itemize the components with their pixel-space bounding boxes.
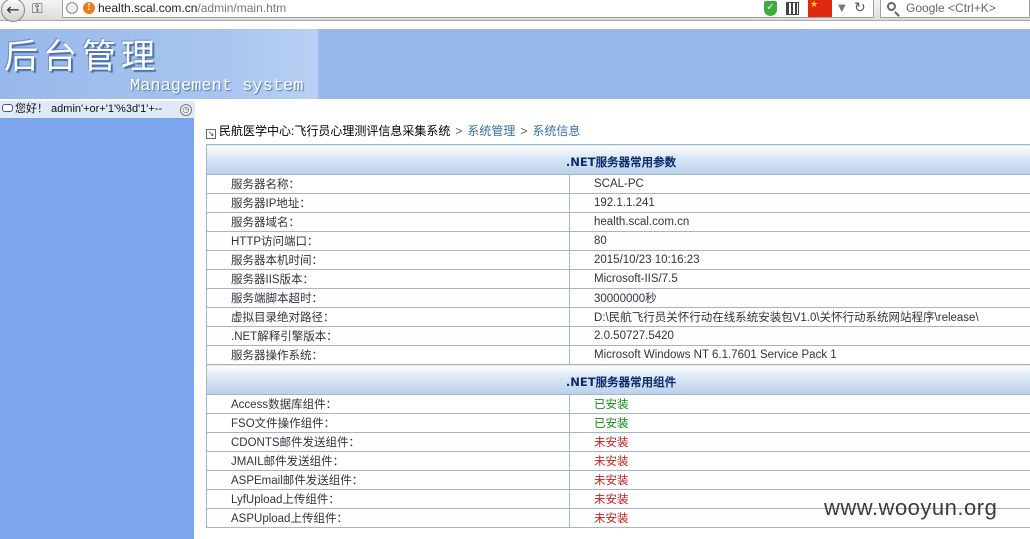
greeting-bar: 您好！ admin'+or+'1'%3d'1'+-- ◷ — [0, 101, 1030, 118]
banner: 后台管理 Management system — [0, 29, 1030, 99]
globe-icon — [66, 2, 78, 14]
row-value: Microsoft Windows NT 6.1.7601 Service Pa… — [569, 345, 1030, 365]
table-row: 服务器IIS版本： Microsoft-IIS/7.5 — [206, 269, 1030, 289]
row-label: 服务器操作系统： — [206, 345, 570, 365]
row-label: 虚拟目录绝对路径： — [206, 307, 570, 327]
search-input[interactable]: Google <Ctrl+K> — [906, 0, 996, 17]
table-row: 服务端脚本超时： 30000000秒 — [206, 288, 1030, 308]
info-icon[interactable]: ! — [83, 2, 95, 14]
row-label: HTTP访问端口： — [206, 231, 570, 251]
qr-code-icon[interactable] — [786, 2, 799, 15]
url-host: health.scal.com.cn — [98, 1, 198, 15]
row-value: 192.1.1.241 — [569, 193, 1030, 213]
table-row: .NET解释引擎版本： 2.0.50727.5420 — [206, 326, 1030, 346]
row-value: 80 — [569, 231, 1030, 251]
row-value: 已安装 — [569, 394, 1030, 414]
back-arrow-icon[interactable]: ← — [1, 0, 25, 22]
section-title: .NET服务器常用参数 — [206, 144, 1030, 175]
breadcrumb-section[interactable]: 系统管理 — [467, 124, 515, 138]
table-row: 服务器操作系统： Microsoft Windows NT 6.1.7601 Se… — [206, 345, 1030, 365]
section-header-params: .NET服务器常用参数 — [206, 144, 1030, 175]
chevron-down-icon[interactable]: ▼ — [838, 1, 846, 17]
breadcrumb-root[interactable]: 民航医学中心:飞行员心理测评信息采集系统 — [219, 124, 450, 138]
clock-icon[interactable]: ◷ — [180, 104, 192, 116]
arrow-box-icon: ↘ — [206, 129, 216, 139]
row-label: 服务端脚本超时： — [206, 288, 570, 308]
breadcrumb-separator: > — [520, 124, 528, 138]
section-title: .NET服务器常用组件 — [206, 364, 1030, 395]
row-value: health.scal.com.cn — [569, 212, 1030, 232]
address-bar[interactable]: ! health.scal.com.cn/admin/main.htm ✓ ★ … — [62, 0, 874, 18]
row-value: 2.0.50727.5420 — [569, 326, 1030, 346]
row-label: 服务器名称： — [206, 174, 570, 194]
banner-subtitle: Management system — [130, 77, 304, 96]
row-value: 2015/10/23 10:16:23 — [569, 250, 1030, 270]
row-value: SCAL-PC — [569, 174, 1030, 194]
row-value: D:\民航飞行员关怀行动在线系统安装包V1.0\关怀行动系统网站程序\relea… — [569, 307, 1030, 327]
row-label: Access数据库组件： — [206, 394, 570, 414]
row-value: 已安装 — [569, 413, 1030, 433]
url-text[interactable]: health.scal.com.cn/admin/main.htm — [98, 0, 286, 17]
table-row: JMAIL邮件发送组件： 未安装 — [206, 451, 1030, 471]
table-row: 虚拟目录绝对路径： D:\民航飞行员关怀行动在线系统安装包V1.0\关怀行动系统网… — [206, 307, 1030, 327]
row-label: 服务器本机时间： — [206, 250, 570, 270]
row-label: LyfUpload上传组件： — [206, 489, 570, 509]
system-info-table: .NET服务器常用参数 服务器名称： SCAL-PC 服务器IP地址： 192.1.1… — [206, 144, 1030, 528]
banner-logo: 后台管理 Management system — [0, 29, 318, 99]
browser-toolbar: ← ⚿ ! health.scal.com.cn/admin/main.htm … — [0, 0, 1030, 22]
row-label: 服务器域名： — [206, 212, 570, 232]
row-value: 30000000秒 — [569, 288, 1030, 308]
url-path: /admin/main.htm — [197, 1, 287, 15]
table-row: 服务器IP地址： 192.1.1.241 — [206, 193, 1030, 213]
left-sidebar — [0, 118, 194, 539]
row-label: JMAIL邮件发送组件： — [206, 451, 570, 471]
row-value: Microsoft-IIS/7.5 — [569, 269, 1030, 289]
row-label: FSO文件操作组件： — [206, 413, 570, 433]
table-row: FSO文件操作组件： 已安装 — [206, 413, 1030, 433]
reload-icon[interactable]: ↻ — [854, 0, 866, 17]
table-row: CDONTS邮件发送组件： 未安装 — [206, 432, 1030, 452]
row-label: 服务器IIS版本： — [206, 269, 570, 289]
table-row: 服务器域名： health.scal.com.cn — [206, 212, 1030, 232]
row-label: .NET解释引擎版本： — [206, 326, 570, 346]
section-header-components: .NET服务器常用组件 — [206, 364, 1030, 395]
banner-title: 后台管理 — [4, 37, 160, 77]
row-label: ASPUpload上传组件： — [206, 508, 570, 528]
key-icon[interactable]: ⚿ — [32, 0, 43, 18]
row-value: 未安装 — [569, 451, 1030, 471]
table-row: HTTP访问端口： 80 — [206, 231, 1030, 251]
row-value: 未安装 — [569, 432, 1030, 452]
breadcrumb-current: 系统信息 — [532, 124, 581, 138]
table-row: 服务器名称： SCAL-PC — [206, 174, 1030, 194]
row-value: 未安装 — [569, 470, 1030, 490]
breadcrumb-separator: > — [455, 124, 463, 138]
search-icon — [887, 2, 896, 11]
greeting-text: 您好！ admin'+or+'1'%3d'1'+-- — [15, 103, 163, 115]
row-label: ASPEmail邮件发送组件： — [206, 470, 570, 490]
watermark-text: www.wooyun.org — [824, 495, 998, 520]
row-label: 服务器IP地址： — [206, 193, 570, 213]
table-row: 服务器本机时间： 2015/10/23 10:16:23 — [206, 250, 1030, 270]
chat-bubble-icon — [2, 104, 13, 112]
table-row: ASPEmail邮件发送组件： 未安装 — [206, 470, 1030, 490]
china-flag-icon: ★ — [808, 0, 832, 17]
greeting-panel: 您好！ admin'+or+'1'%3d'1'+-- ◷ — [0, 101, 195, 118]
row-label: CDONTS邮件发送组件： — [206, 432, 570, 452]
shield-icon[interactable]: ✓ — [764, 1, 777, 16]
table-row: Access数据库组件： 已安装 — [206, 394, 1030, 414]
main-content: ↘ 民航医学中心:飞行员心理测评信息采集系统 > 系统管理 > 系统信息 .NET服务器常… — [195, 118, 1030, 539]
system-info-body: .NET服务器常用参数 服务器名称： SCAL-PC 服务器IP地址： 192.1.1… — [206, 144, 1030, 528]
breadcrumb: ↘ 民航医学中心:飞行员心理测评信息采集系统 > 系统管理 > 系统信息 — [206, 123, 580, 139]
search-bar[interactable]: Google <Ctrl+K> — [880, 0, 1030, 18]
